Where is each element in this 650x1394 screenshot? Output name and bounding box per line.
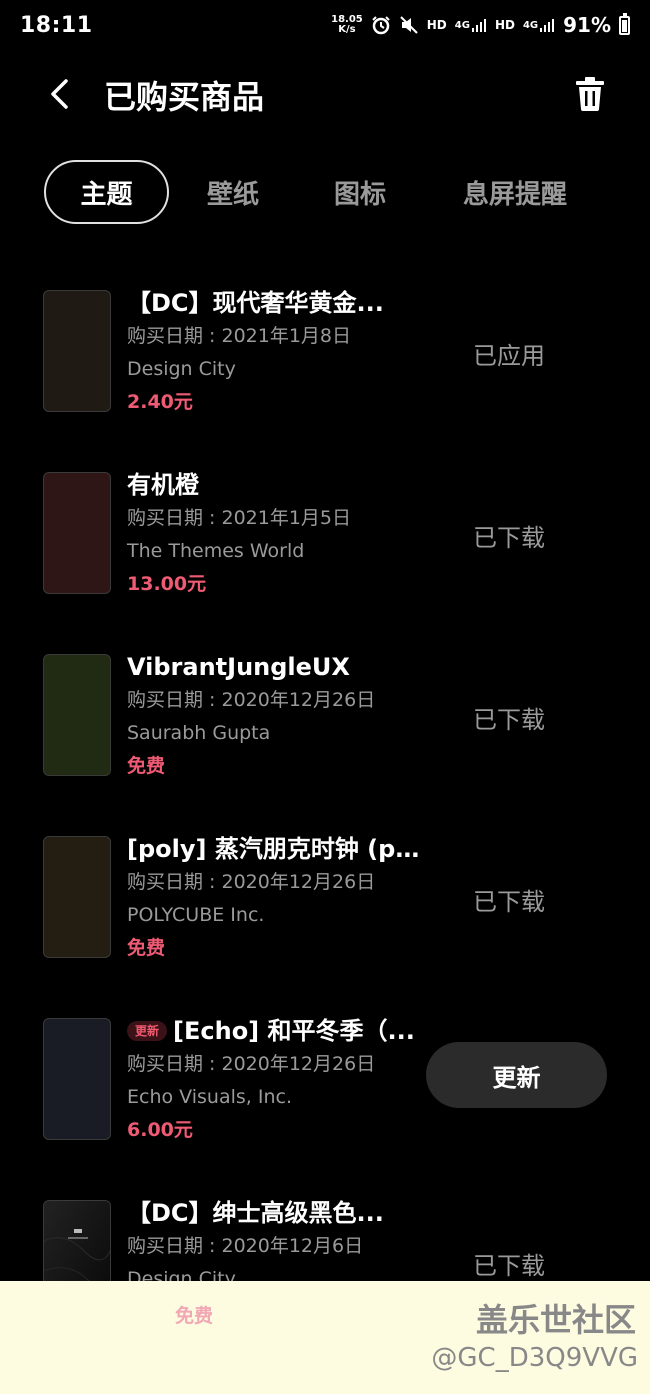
theme-thumbnail bbox=[43, 290, 111, 412]
item-price: 免费 bbox=[127, 755, 166, 777]
item-info: 有机橙 购买日期 : 2021年1月5日 The Themes World 13… bbox=[127, 468, 427, 601]
status-icons: 18.05 K/s HD 4G HD 4G 91% bbox=[331, 12, 630, 37]
status-time: 18:11 bbox=[20, 12, 93, 38]
signal-icon: 4G bbox=[455, 17, 487, 33]
status-downloaded: 已下载 bbox=[473, 706, 545, 734]
back-arrow-icon bbox=[51, 79, 68, 109]
alarm-icon bbox=[371, 15, 391, 35]
signal-icon-2: 4G bbox=[523, 17, 555, 33]
item-title: 有机橙 bbox=[127, 471, 199, 499]
item-price: 6.00元 bbox=[127, 1119, 193, 1141]
page-title: 已购买商品 bbox=[104, 78, 265, 116]
item-info: 更新 [Echo] 和平冬季（... 购买日期 : 2020年12月26日 Ec… bbox=[127, 1014, 427, 1147]
tab-themes[interactable]: 主题 bbox=[44, 160, 169, 224]
item-title: 【DC】现代奢华黄金... bbox=[127, 289, 384, 317]
item-price: 免费 bbox=[127, 937, 166, 959]
item-info: 【DC】现代奢华黄金... 购买日期 : 2021年1月8日 Design Ci… bbox=[127, 286, 427, 419]
list-item[interactable]: 【DC】现代奢华黄金... 购买日期 : 2021年1月8日 Design Ci… bbox=[0, 268, 650, 428]
item-price-faded: 免费 bbox=[175, 1305, 214, 1327]
item-price: 13.00元 bbox=[127, 573, 207, 595]
item-info: VibrantJungleUX 购买日期 : 2020年12月26日 Saura… bbox=[127, 650, 427, 783]
purchase-date: 购买日期 : 2020年12月26日 bbox=[127, 1053, 376, 1075]
item-author: Design City bbox=[127, 358, 236, 380]
item-title: 更新 [Echo] 和平冬季（... bbox=[127, 1014, 427, 1048]
theme-thumbnail bbox=[43, 654, 111, 776]
mute-icon bbox=[399, 15, 419, 35]
list-item[interactable]: VibrantJungleUX 购买日期 : 2020年12月26日 Saura… bbox=[0, 632, 650, 792]
list-item[interactable]: [poly] 蒸汽朋克时钟 (pr... 购买日期 : 2020年12月26日 … bbox=[0, 814, 650, 974]
item-title: [poly] 蒸汽朋克时钟 (pr... bbox=[127, 835, 427, 863]
purchased-items-screen: 18:11 18.05 K/s HD 4G HD 4G 91% 已购买商品 主题… bbox=[0, 0, 650, 1394]
item-author: The Themes World bbox=[127, 540, 305, 562]
theme-thumbnail bbox=[43, 1018, 111, 1140]
purchase-date: 购买日期 : 2020年12月26日 bbox=[127, 689, 376, 711]
item-title: VibrantJungleUX bbox=[127, 653, 350, 681]
delete-button[interactable] bbox=[568, 72, 612, 116]
watermark-overlay: 免费 盖乐世社区 @GC_D3Q9VVG bbox=[0, 1281, 650, 1394]
purchase-date: 购买日期 : 2020年12月26日 bbox=[127, 871, 376, 893]
tab-icons[interactable]: 图标 bbox=[310, 160, 410, 224]
status-downloaded: 已下载 bbox=[473, 888, 545, 916]
purchase-date: 购买日期 : 2021年1月8日 bbox=[127, 325, 352, 347]
status-applied: 已应用 bbox=[473, 342, 545, 370]
trash-icon bbox=[576, 77, 604, 111]
item-author: Echo Visuals, Inc. bbox=[127, 1086, 292, 1108]
status-bar: 18:11 18.05 K/s HD 4G HD 4G 91% bbox=[0, 0, 650, 50]
battery-percentage: 91% bbox=[563, 13, 611, 37]
list-item[interactable]: 有机橙 购买日期 : 2021年1月5日 The Themes World 13… bbox=[0, 450, 650, 610]
hd-label: HD bbox=[426, 18, 447, 32]
purchase-date: 购买日期 : 2020年12月6日 bbox=[127, 1235, 364, 1257]
header: 已购买商品 bbox=[0, 58, 650, 130]
list-item[interactable]: 更新 [Echo] 和平冬季（... 购买日期 : 2020年12月26日 Ec… bbox=[0, 996, 650, 1156]
tab-aod[interactable]: 息屏提醒 bbox=[440, 160, 590, 224]
battery-icon bbox=[619, 12, 630, 35]
item-author: Saurabh Gupta bbox=[127, 722, 271, 744]
item-price: 2.40元 bbox=[127, 391, 193, 413]
item-info: [poly] 蒸汽朋克时钟 (pr... 购买日期 : 2020年12月26日 … bbox=[127, 832, 427, 965]
theme-thumbnail bbox=[43, 836, 111, 958]
update-button[interactable]: 更新 bbox=[426, 1042, 607, 1108]
category-tabs: 主题 壁纸 图标 息屏提醒 bbox=[0, 160, 650, 224]
hd-label-2: HD bbox=[494, 18, 515, 32]
tab-wallpapers[interactable]: 壁纸 bbox=[183, 160, 283, 224]
status-downloaded: 已下载 bbox=[473, 524, 545, 552]
item-title: 【DC】绅士高级黑色... bbox=[127, 1199, 384, 1227]
back-button[interactable] bbox=[40, 74, 80, 114]
item-author: POLYCUBE Inc. bbox=[127, 904, 265, 926]
status-downloaded: 已下载 bbox=[473, 1252, 545, 1280]
watermark-user: @GC_D3Q9VVG bbox=[431, 1343, 638, 1373]
theme-thumbnail bbox=[43, 472, 111, 594]
update-badge: 更新 bbox=[127, 1021, 168, 1041]
speed-unit: K/s bbox=[338, 24, 356, 35]
network-speed: 18.05 K/s bbox=[331, 15, 363, 35]
purchase-date: 购买日期 : 2021年1月5日 bbox=[127, 507, 352, 529]
watermark-title: 盖乐世社区 bbox=[475, 1301, 636, 1339]
